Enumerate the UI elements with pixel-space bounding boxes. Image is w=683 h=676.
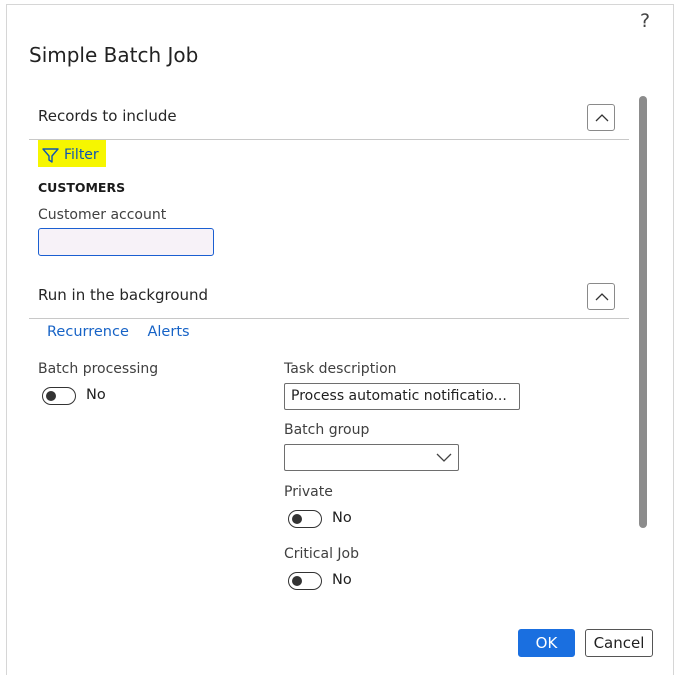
critical-job-label: Critical Job (284, 546, 359, 562)
records-section-header[interactable]: Records to include (29, 93, 629, 140)
batch-processing-value: No (86, 387, 106, 403)
records-section-title: Records to include (38, 107, 177, 125)
records-collapse-button[interactable] (587, 104, 615, 131)
customer-account-label: Customer account (38, 207, 167, 223)
filter-label: Filter (64, 147, 99, 163)
chevron-up-icon (595, 293, 609, 301)
critical-job-toggle[interactable] (288, 572, 322, 590)
help-icon[interactable]: ? (640, 10, 650, 32)
batch-processing-label: Batch processing (38, 361, 159, 377)
background-section-title: Run in the background (38, 286, 209, 304)
dialog-title: Simple Batch Job (29, 43, 199, 67)
filter-icon (42, 148, 59, 163)
recurrence-link[interactable]: Recurrence (47, 324, 129, 340)
chevron-down-icon (436, 453, 452, 462)
private-toggle[interactable] (288, 510, 322, 528)
background-collapse-button[interactable] (587, 283, 615, 310)
private-label: Private (284, 484, 333, 500)
chevron-up-icon (595, 114, 609, 122)
background-links: Recurrence Alerts (47, 324, 204, 340)
customer-account-input[interactable] (38, 228, 214, 256)
batch-group-select[interactable] (284, 444, 459, 471)
alerts-link[interactable]: Alerts (147, 324, 189, 340)
task-description-input[interactable]: Process automatic notificatio... (284, 383, 520, 410)
vertical-scrollbar[interactable] (639, 96, 647, 528)
ok-button[interactable]: OK (518, 629, 575, 657)
filter-button[interactable]: Filter (38, 140, 106, 167)
private-value: No (332, 510, 352, 526)
background-section-header[interactable]: Run in the background (29, 272, 629, 319)
task-description-label: Task description (284, 361, 397, 377)
batch-processing-toggle[interactable] (42, 387, 76, 405)
customers-group-label: CUSTOMERS (38, 180, 126, 195)
batch-group-label: Batch group (284, 422, 370, 438)
cancel-button[interactable]: Cancel (585, 629, 653, 657)
critical-job-value: No (332, 572, 352, 588)
